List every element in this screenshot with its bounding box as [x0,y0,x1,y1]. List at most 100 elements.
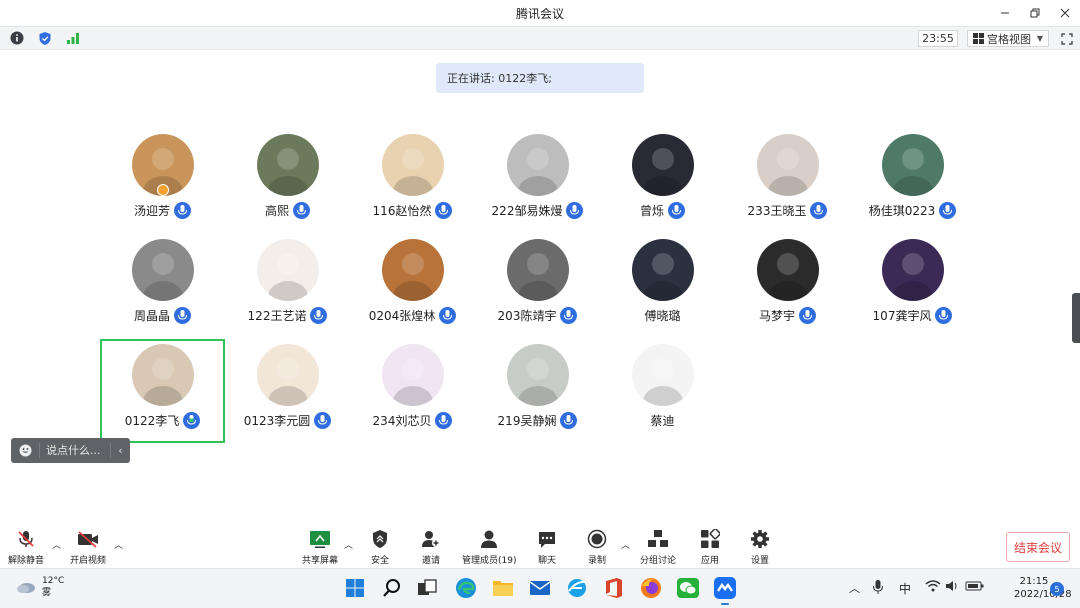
window-title: 腾讯会议 [515,6,564,21]
record-button[interactable]: 录制 [587,528,607,566]
emoji-button[interactable] [11,444,39,457]
audio-options-caret[interactable]: ︿ [52,538,61,551]
participant-tile[interactable]: 马梦宇 [725,239,850,343]
participant-name: 122王艺诺 [247,309,307,323]
weather-widget[interactable]: 12°C 雾 [16,575,64,599]
participant-tile[interactable]: 0122李飞 [100,339,225,443]
mic-muted-icon [18,531,34,547]
collapse-chat-button[interactable]: ‹ [110,443,130,458]
restore-button[interactable] [1020,0,1050,26]
ie-browser-app[interactable] [564,575,590,601]
share-screen-button[interactable]: 共享屏幕 [302,528,338,566]
participant-avatar [881,134,944,196]
signal-icon [67,33,79,44]
ime-indicator[interactable]: 中 [899,580,911,597]
participant-name-row: 周晶晶 [100,307,225,324]
participant-name: 曾烁 [639,204,664,218]
task-view-button[interactable] [414,575,440,601]
battery-tray-icon[interactable] [965,580,985,595]
video-options-caret[interactable]: ︿ [114,538,123,551]
show-hidden-icons-button[interactable]: ︿ [849,580,860,596]
chat-quick-input[interactable]: 说点什么... ‹ [11,438,130,463]
participant-tile[interactable]: 233王晓玉 [725,134,850,238]
taskbar-search-button[interactable] [379,575,405,601]
notification-badge[interactable]: 5 [1050,582,1064,596]
task-view-icon [418,579,437,595]
participant-tile[interactable]: 曾烁 [600,134,725,238]
network-status-button[interactable] [64,30,82,46]
participant-tile[interactable]: 219吴静娴 [475,344,600,448]
breakout-rooms-button[interactable]: 分组讨论 [640,528,676,566]
meeting-info-button[interactable] [8,30,26,46]
participant-tile[interactable]: 122王艺诺 [225,239,350,343]
participant-tile[interactable]: 222邹易姝熳 [475,134,600,238]
participant-tile[interactable]: 傅晓璐 [600,239,725,343]
edge-browser-app[interactable] [453,575,479,601]
participant-name-row: 234刘芯贝 [350,412,475,429]
mic-icon [310,307,328,324]
participant-avatar [506,134,569,196]
participant-name-row: 高熙 [225,202,350,219]
participant-avatar [256,134,319,196]
security-status-button[interactable] [36,30,54,46]
firefox-app[interactable] [638,575,664,601]
microphone-tray-icon[interactable] [873,580,883,597]
participant-avatar [756,134,819,196]
title-bar: 腾讯会议 [0,0,1080,26]
mic-icon [183,412,201,429]
participant-avatar [131,344,194,406]
participant-tile[interactable]: 高熙 [225,134,350,238]
tencent-meeting-app[interactable] [712,575,738,605]
participant-avatar [381,239,444,301]
file-explorer-app[interactable] [490,575,516,601]
participant-name: 222邹易姝熳 [491,204,563,218]
security-button[interactable]: 安全 [371,528,389,566]
participant-tile[interactable]: 周晶晶 [100,239,225,343]
edge-icon [456,578,476,598]
participant-tile[interactable]: 107龚宇风 [850,239,975,343]
chevron-left-icon: ‹ [118,444,123,457]
chat-button[interactable]: 聊天 [537,528,557,566]
wifi-tray-icon[interactable] [925,580,941,595]
mic-icon [314,412,332,429]
wechat-app[interactable] [675,575,701,601]
participant-name-row: 107龚宇风 [850,307,975,324]
participant-name-row: 222邹易姝熳 [475,202,600,219]
record-options-caret[interactable]: ︿ [621,538,630,551]
invite-button[interactable]: 邀请 [421,528,441,566]
participant-tile[interactable]: 0204张煌林 [350,239,475,343]
settings-button[interactable]: 设置 [750,528,770,566]
participant-name: 周晶晶 [133,309,170,323]
fullscreen-icon [1061,33,1073,45]
participant-avatar [256,239,319,301]
mail-app[interactable] [527,575,553,601]
participant-tile[interactable]: 234刘芯贝 [350,344,475,448]
tencent-meeting-icon [714,577,736,599]
participant-tile[interactable]: 203陈靖宇 [475,239,600,343]
chat-placeholder[interactable]: 说点什么... [39,443,110,458]
close-button[interactable] [1050,0,1080,26]
start-video-button[interactable]: 开启视频 [70,528,106,566]
unmute-button[interactable]: 解除静音 [8,528,44,566]
start-button[interactable] [342,575,368,601]
fullscreen-button[interactable] [1058,30,1076,48]
volume-tray-icon[interactable] [945,580,959,595]
taskbar-clock[interactable]: 21:15 2022/10/28 [1014,575,1072,601]
participant-tile[interactable]: 汤迎芳 [100,134,225,238]
active-speaker-banner: 正在讲话: 0122李飞; [436,63,644,93]
meeting-timer: 23:55 [918,30,958,47]
view-mode-dropdown[interactable]: 宫格视图 ▼ [967,30,1049,47]
end-meeting-button[interactable]: 结束会议 [1006,532,1070,562]
apps-button[interactable]: 应用 [700,528,720,566]
share-options-caret[interactable]: ︿ [344,538,353,551]
participant-tile[interactable]: 0123李元圆 [225,344,350,448]
manage-members-button[interactable]: 管理成员(19) [462,528,516,566]
participant-tile[interactable]: 116赵怡然 [350,134,475,238]
office-app[interactable] [601,575,627,601]
minimize-button[interactable] [990,0,1020,26]
weather-condition: 雾 [42,588,52,598]
participant-name-row: 0204张煌林 [350,307,475,324]
side-panel-handle[interactable] [1072,293,1080,343]
participant-tile[interactable]: 蔡迪 [600,344,725,448]
participant-tile[interactable]: 杨佳琪0223 [850,134,975,238]
